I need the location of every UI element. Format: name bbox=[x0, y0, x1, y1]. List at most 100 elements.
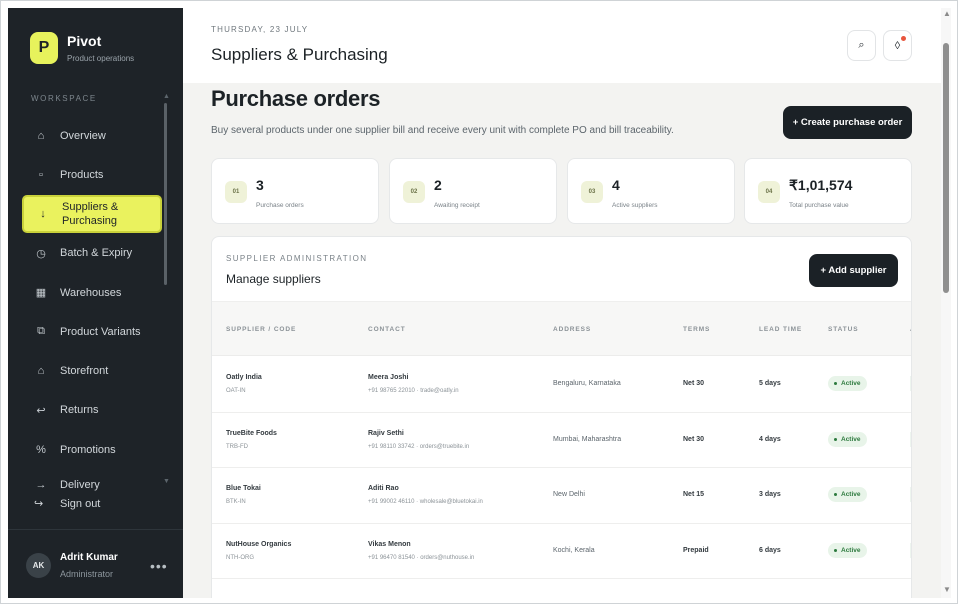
search-button[interactable]: ⌕ bbox=[847, 30, 876, 61]
avatar: AK bbox=[26, 553, 51, 578]
sidebar-item-products[interactable]: ▫ Products bbox=[22, 155, 162, 194]
stats-row: 01 3 Purchase orders 02 2 Awaiting recei… bbox=[211, 158, 912, 224]
status-label: Active bbox=[841, 435, 861, 443]
percent-icon: % bbox=[36, 443, 46, 456]
add-supplier-button[interactable]: + Add supplier bbox=[809, 254, 898, 287]
supplier-code: NTH-ORG bbox=[226, 554, 254, 561]
contact-name: Vikas Menon bbox=[368, 540, 411, 548]
stat-card-active-suppliers: 03 4 Active suppliers bbox=[567, 158, 735, 224]
row-action-edge[interactable] bbox=[910, 542, 911, 558]
download-arrow-icon: ↓ bbox=[40, 207, 46, 220]
notifications-button[interactable]: ◊ bbox=[883, 30, 912, 61]
sidebar-item-label: Overview bbox=[60, 129, 106, 142]
stat-value: 3 bbox=[256, 177, 264, 193]
sidebar-item-label: Suppliers & Purchasing bbox=[62, 200, 119, 227]
brand[interactable]: P Pivot Product operations bbox=[30, 32, 134, 64]
panel-kicker: SUPPLIER ADMINISTRATION bbox=[226, 254, 368, 263]
main-content: THURSDAY, 23 JULY Suppliers & Purchasing… bbox=[183, 8, 941, 598]
column-header-supplier[interactable]: SUPPLIER / CODE bbox=[226, 326, 296, 333]
status-badge: Active bbox=[828, 376, 867, 391]
status-dot-icon bbox=[834, 493, 837, 496]
storefront-icon: ⌂ bbox=[37, 365, 45, 378]
sidebar-item-storefront[interactable]: ⌂ Storefront bbox=[22, 351, 162, 390]
sidebar-scrollbar[interactable] bbox=[164, 103, 167, 285]
contact-detail: +91 98110 33742 · orders@truebite.in bbox=[368, 443, 470, 450]
sidebar-scroll-up-icon[interactable]: ▲ bbox=[163, 93, 170, 100]
column-header-lead-time[interactable]: LEAD TIME bbox=[759, 326, 802, 333]
supplier-panel: SUPPLIER ADMINISTRATION Manage suppliers… bbox=[211, 236, 912, 598]
layers-icon: ⧉ bbox=[37, 325, 45, 338]
home-icon: ⌂ bbox=[37, 129, 45, 142]
brand-subtitle: Product operations bbox=[67, 54, 135, 63]
sidebar-item-label: Warehouses bbox=[60, 286, 122, 299]
warehouse-grid-icon: ▦ bbox=[35, 287, 47, 300]
sidebar-item-overview[interactable]: ⌂ Overview bbox=[22, 116, 162, 155]
row-action-edge[interactable] bbox=[910, 376, 911, 391]
clock-icon: ◷ bbox=[36, 247, 46, 260]
scrollbar-thumb[interactable] bbox=[943, 43, 949, 293]
sign-out-button[interactable]: ↪ Sign out bbox=[34, 497, 100, 511]
notification-icon: ◊ bbox=[894, 39, 901, 52]
stat-label: Purchase orders bbox=[256, 202, 304, 209]
scroll-up-icon[interactable]: ▲ bbox=[943, 9, 951, 18]
stat-badge: 02 bbox=[403, 181, 425, 203]
sidebar-item-promotions[interactable]: % Promotions bbox=[22, 430, 162, 469]
brand-logo: P bbox=[30, 32, 58, 64]
status-label: Active bbox=[841, 546, 861, 554]
nav-section-label: WORKSPACE bbox=[31, 94, 97, 103]
panel-title: Manage suppliers bbox=[226, 272, 321, 286]
table-row[interactable]: Oatly India OAT-IN Meera Joshi +91 98765… bbox=[212, 357, 911, 413]
table-row[interactable]: NutHouse Organics NTH-ORG Vikas Menon +9… bbox=[212, 524, 911, 579]
sidebar-item-warehouses[interactable]: ▦ Warehouses bbox=[22, 273, 162, 312]
sidebar-item-label: Storefront bbox=[60, 365, 109, 378]
table-header: SUPPLIER / CODE CONTACT ADDRESS TERMS LE… bbox=[212, 301, 911, 356]
user-role: Administrator bbox=[60, 569, 114, 579]
contact-detail: +91 99002 46110 · wholesale@bluetokai.in bbox=[368, 499, 483, 505]
sidebar-scroll-down-icon[interactable]: ▼ bbox=[163, 478, 170, 485]
more-options-icon[interactable]: ••• bbox=[150, 558, 168, 574]
table-row[interactable]: TrueBite Foods TRB-FD Rajiv Sethi +91 98… bbox=[212, 413, 911, 468]
return-arrow-icon: ↩ bbox=[36, 404, 46, 417]
stat-label: Total purchase value bbox=[789, 202, 849, 209]
section-subtitle: Buy several products under one supplier … bbox=[211, 125, 674, 136]
sidebar-item-product-variants[interactable]: ⧉ Product Variants bbox=[22, 312, 162, 351]
row-action-edge[interactable] bbox=[910, 487, 911, 502]
sign-out-icon: ↪ bbox=[34, 498, 44, 510]
status-dot-icon bbox=[834, 437, 837, 441]
table-row[interactable]: Blue Tokai BTK-IN Aditi Rao +91 99002 46… bbox=[212, 468, 911, 524]
sidebar-item-label: Promotions bbox=[60, 443, 116, 456]
sidebar-item-label: Delivery bbox=[60, 479, 100, 492]
scroll-down-icon[interactable]: ▼ bbox=[943, 585, 951, 594]
supplier-name: Blue Tokai bbox=[226, 485, 261, 492]
column-header-address[interactable]: ADDRESS bbox=[553, 326, 591, 333]
sidebar-item-batch-expiry[interactable]: ◷ Batch & Expiry bbox=[22, 234, 162, 273]
app-window: P Pivot Product operations WORKSPACE ▲ ▼… bbox=[0, 0, 958, 604]
payment-terms: Prepaid bbox=[683, 546, 709, 554]
stat-value: ₹1,01,574 bbox=[789, 177, 853, 193]
supplier-address: Kochi, Kerala bbox=[553, 546, 595, 554]
arrow-right-icon: → bbox=[35, 479, 47, 492]
user-profile[interactable]: AK Adrit Kumar Administrator bbox=[26, 552, 118, 579]
status-dot-icon bbox=[834, 548, 837, 552]
column-header-actions[interactable]: A bbox=[910, 326, 911, 333]
sidebar-item-returns[interactable]: ↩ Returns bbox=[22, 391, 162, 430]
sidebar-item-delivery[interactable]: → Delivery bbox=[22, 469, 162, 491]
sidebar-nav: ⌂ Overview ▫ Products ↓ Suppliers & Purc… bbox=[22, 116, 162, 491]
column-header-status[interactable]: STATUS bbox=[828, 326, 858, 333]
column-header-contact[interactable]: CONTACT bbox=[368, 326, 406, 333]
page-title: Suppliers & Purchasing bbox=[211, 45, 388, 64]
contact-detail: +91 96470 81540 · orders@nuthouse.in bbox=[368, 554, 475, 561]
create-purchase-order-button[interactable]: + Create purchase order bbox=[783, 106, 912, 139]
search-icon: ⌕ bbox=[858, 39, 865, 51]
lead-time: 4 days bbox=[759, 435, 781, 443]
column-header-terms[interactable]: TERMS bbox=[683, 326, 710, 333]
lead-time: 6 days bbox=[759, 546, 781, 554]
supplier-code: OAT-IN bbox=[226, 388, 246, 394]
row-action-edge[interactable] bbox=[910, 431, 911, 447]
sidebar-item-suppliers-purchasing[interactable]: ↓ Suppliers & Purchasing bbox=[22, 194, 162, 233]
sidebar-item-label: Batch & Expiry bbox=[60, 247, 133, 260]
supplier-name: NutHouse Organics bbox=[226, 540, 292, 548]
box-icon: ▫ bbox=[39, 168, 43, 181]
user-name: Adrit Kumar bbox=[60, 552, 118, 563]
brand-name: Pivot bbox=[67, 33, 102, 49]
